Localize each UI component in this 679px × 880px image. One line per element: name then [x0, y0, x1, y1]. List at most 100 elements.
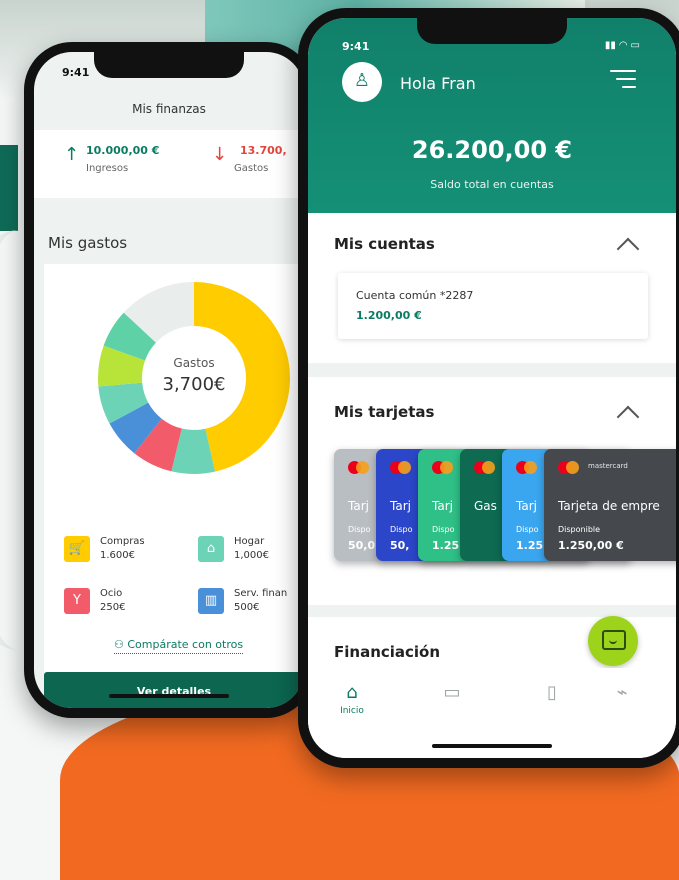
card-available-label: Dispo — [390, 525, 413, 534]
phone-notch — [417, 18, 567, 44]
cards-section: Mis tarjetas Tarj Dispo 50,0 Tarj Dispo … — [308, 377, 676, 605]
card-name: Tarj — [432, 499, 453, 513]
income-amount: 10.000,00 € — [86, 144, 160, 157]
card-item[interactable]: mastercard Tarjeta de empre Disponible 1… — [544, 449, 676, 561]
mastercard-icon — [348, 461, 370, 474]
cards-heading: Mis tarjetas — [334, 403, 435, 421]
legend-item-compras[interactable]: 🛒 Compras 1.600€ — [64, 536, 184, 572]
background-side-tab — [0, 145, 18, 231]
page-title: Mis finanzas — [132, 102, 206, 116]
legend-value: 1.600€ — [100, 550, 135, 561]
tab-wallet[interactable]: ▭ — [422, 682, 482, 703]
wallet-icon: ▭ — [443, 682, 461, 703]
expense-summary[interactable]: 13.700, Gastos — [234, 144, 287, 174]
bank-icon: ▥ — [198, 588, 224, 614]
phone-inicio: 9:41 ▮▮ ◠ ▭ ♙ Hola Fran 26.200,00 € Sald… — [298, 8, 679, 768]
expenses-donut-chart[interactable]: Gastos 3,700€ — [94, 278, 294, 478]
status-time: 9:41 — [342, 40, 370, 53]
arrow-up-icon: ↑ — [64, 144, 80, 165]
card-name: Tarj — [390, 499, 411, 513]
avatar[interactable]: ♙ — [342, 62, 382, 102]
card-name: Tarjeta de empre — [558, 499, 660, 513]
phone-notch — [94, 52, 244, 78]
bottom-tab-bar: ⌂ Inicio ▭ ▯ ⌁ — [308, 668, 676, 758]
legend-item-ocio[interactable]: Y Ocio 250€ — [64, 588, 184, 624]
greeting: Hola Fran — [400, 74, 476, 93]
card-name: Tarj — [348, 499, 369, 513]
balance-header: 9:41 ▮▮ ◠ ▭ ♙ Hola Fran 26.200,00 € Sald… — [308, 18, 676, 213]
home-indicator — [109, 694, 229, 698]
compare-link[interactable]: ⚇ Compárate con otros — [114, 638, 244, 654]
accounts-heading: Mis cuentas — [334, 235, 435, 253]
card-amount: 1.250,00 € — [558, 539, 624, 552]
legend-name: Serv. finan — [234, 588, 288, 599]
tab-offers[interactable]: ⌁ — [592, 682, 652, 703]
tag-icon: ⌁ — [616, 682, 628, 703]
account-balance: 1.200,00 € — [356, 309, 422, 322]
card-name: Tarj — [516, 499, 537, 513]
income-label: Ingresos — [86, 163, 129, 174]
card-amount: 50, — [390, 539, 410, 552]
people-icon: ⚇ — [114, 638, 128, 651]
status-time: 9:41 — [62, 66, 90, 79]
card-name: Gas — [474, 499, 497, 513]
mastercard-icon — [432, 461, 454, 474]
arrow-down-icon: ↓ — [212, 144, 228, 165]
expense-label: Gastos — [234, 163, 269, 174]
income-summary[interactable]: 10.000,00 € Ingresos — [86, 144, 159, 174]
donut-center-label: Gastos — [173, 356, 215, 370]
tab-label: Inicio — [340, 706, 364, 716]
card-available-label: Dispo — [516, 525, 539, 534]
legend-value: 500€ — [234, 602, 260, 613]
legend-name: Hogar — [234, 536, 265, 547]
chat-button[interactable] — [588, 616, 638, 666]
tab-cards[interactable]: ▯ — [522, 682, 582, 703]
menu-icon[interactable] — [610, 70, 636, 94]
chevron-up-icon[interactable] — [616, 237, 640, 261]
account-name: Cuenta común *2287 — [356, 289, 474, 302]
compare-label: Compárate con otros — [127, 638, 244, 651]
expenses-card: Gastos 3,700€ 🛒 Compras 1.600€ ⌂ Hogar 1… — [44, 264, 304, 708]
donut-center: Gastos 3,700€ — [94, 278, 294, 478]
cards-carousel[interactable]: Tarj Dispo 50,0 Tarj Dispo 50, Tarj Disp… — [334, 449, 676, 569]
home-icon: ⌂ — [198, 536, 224, 562]
account-card[interactable]: Cuenta común *2287 1.200,00 € — [338, 273, 648, 339]
legend-value: 250€ — [100, 602, 126, 613]
mastercard-icon — [474, 461, 496, 474]
expense-amount: 13.700, — [240, 144, 287, 157]
card-icon: ▯ — [547, 682, 557, 703]
donut-center-value: 3,700€ — [162, 374, 226, 395]
cart-icon: 🛒 — [64, 536, 90, 562]
card-amount: 50,0 — [348, 539, 376, 552]
status-icons: ▮▮ ◠ ▭ — [604, 40, 640, 51]
legend-item-serv-financieros[interactable]: ▥ Serv. finan 500€ — [198, 588, 304, 624]
card-available-label: Dispo — [432, 525, 455, 534]
cocktail-icon: Y — [64, 588, 90, 614]
accounts-section: Mis cuentas Cuenta común *2287 1.200,00 … — [308, 213, 676, 363]
details-button[interactable]: Ver detalles — [44, 672, 304, 708]
summary-panel: ↑ 10.000,00 € Ingresos ↓ 13.700, Gastos — [34, 130, 304, 198]
expenses-heading: Mis gastos — [48, 234, 128, 252]
tab-inicio[interactable]: ⌂ Inicio — [322, 682, 382, 716]
total-balance-label: Saldo total en cuentas — [430, 178, 554, 191]
mastercard-icon — [558, 461, 580, 474]
mastercard-icon — [516, 461, 538, 474]
inicio-screen: 9:41 ▮▮ ◠ ▭ ♙ Hola Fran 26.200,00 € Sald… — [308, 18, 676, 758]
chat-icon — [602, 630, 626, 650]
user-icon: ♙ — [353, 70, 371, 91]
legend-name: Compras — [100, 536, 145, 547]
legend-value: 1,000€ — [234, 550, 269, 561]
finanzas-screen: 9:41 Mis finanzas ↑ 10.000,00 € Ingresos… — [34, 52, 304, 708]
financing-heading: Financiación — [334, 643, 441, 661]
card-brand: mastercard — [588, 462, 628, 470]
home-indicator — [432, 744, 552, 748]
phone-finanzas: 9:41 Mis finanzas ↑ 10.000,00 € Ingresos… — [24, 42, 314, 718]
card-amount: 1.25 — [432, 539, 460, 552]
legend-name: Ocio — [100, 588, 123, 599]
mastercard-icon — [390, 461, 412, 474]
card-amount: 1.25 — [516, 539, 544, 552]
card-available-label: Dispo — [348, 525, 371, 534]
legend-item-hogar[interactable]: ⌂ Hogar 1,000€ — [198, 536, 304, 572]
chevron-up-icon[interactable] — [616, 405, 640, 429]
total-balance: 26.200,00 € — [411, 136, 573, 164]
